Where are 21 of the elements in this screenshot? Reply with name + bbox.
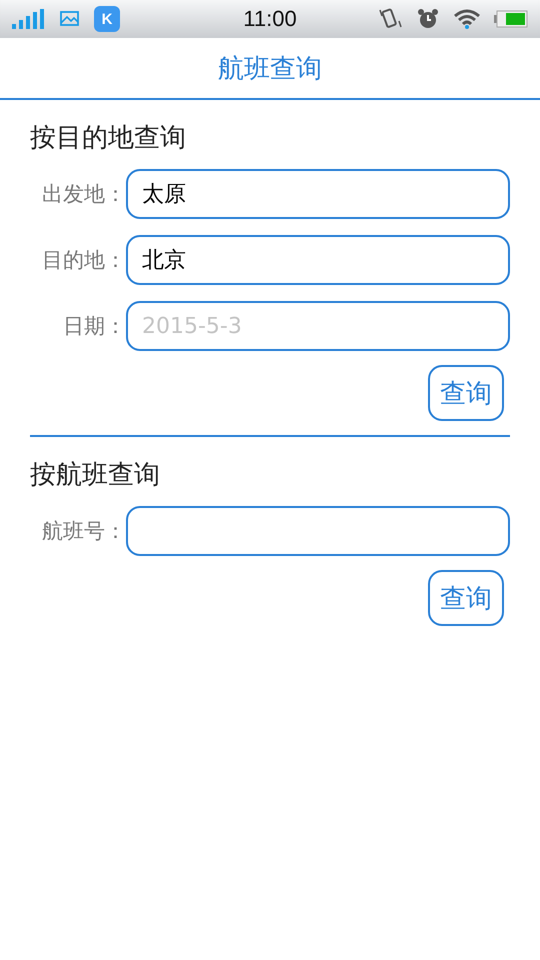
search-button[interactable]: 查询 — [428, 365, 504, 421]
input-field[interactable]: 2015-5-3 — [126, 301, 510, 351]
input-field[interactable]: 太原 — [126, 169, 510, 219]
field-label: 出发地： — [41, 181, 126, 208]
battery-icon — [494, 10, 528, 28]
app-icon: K — [94, 6, 120, 32]
field-label: 日期： — [62, 313, 126, 340]
wifi-icon — [454, 9, 480, 29]
input-field[interactable] — [126, 506, 510, 556]
search-button[interactable]: 查询 — [428, 570, 504, 626]
vibrate-icon — [378, 7, 402, 31]
input-field[interactable]: 北京 — [126, 235, 510, 285]
page-title: 航班查询 — [218, 52, 322, 86]
field-label: 航班号： — [41, 518, 126, 545]
field-label: 目的地： — [41, 247, 126, 274]
section-heading: 按航班查询 — [30, 459, 161, 492]
image-icon — [58, 9, 80, 29]
clock-time: 11:00 — [243, 6, 297, 32]
alarm-icon — [416, 7, 440, 31]
section-heading: 按目的地查询 — [30, 122, 187, 155]
signal-icon — [12, 9, 44, 29]
